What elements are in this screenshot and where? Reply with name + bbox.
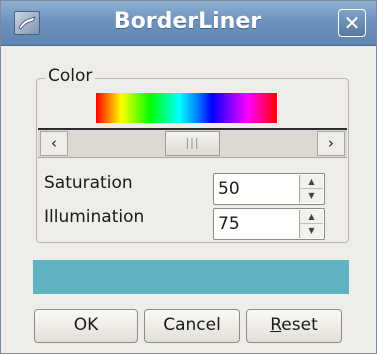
saturation-label: Saturation — [44, 173, 133, 193]
borderliner-dialog: BorderLiner ✕ Color ‹ ||| › Saturation 5… — [0, 0, 377, 354]
hue-scrollbar[interactable]: ‹ ||| › — [38, 128, 347, 158]
window-title: BorderLiner — [113, 9, 262, 34]
reset-label-rest: eset — [281, 315, 318, 335]
hue-spectrum — [96, 93, 277, 123]
scroll-left-button[interactable]: ‹ — [40, 131, 68, 156]
reset-button[interactable]: Reset — [246, 309, 342, 343]
saturation-down-icon[interactable]: ▼ — [300, 189, 323, 203]
color-group-label: Color — [45, 66, 96, 86]
saturation-spinbox[interactable]: 50 ▲ ▼ — [213, 173, 325, 205]
illumination-spin-buttons: ▲ ▼ — [299, 210, 323, 238]
illumination-label: Illumination — [44, 207, 145, 227]
illumination-up-icon[interactable]: ▲ — [300, 210, 323, 224]
saturation-spin-buttons: ▲ ▼ — [299, 175, 323, 203]
app-icon[interactable] — [14, 11, 40, 35]
saturation-value[interactable]: 50 — [218, 179, 240, 199]
illumination-down-icon[interactable]: ▼ — [300, 224, 323, 238]
saturation-up-icon[interactable]: ▲ — [300, 175, 323, 189]
illumination-spinbox[interactable]: 75 ▲ ▼ — [213, 208, 325, 240]
ok-button[interactable]: OK — [34, 309, 138, 343]
cancel-button[interactable]: Cancel — [144, 309, 240, 343]
illumination-value[interactable]: 75 — [218, 214, 240, 234]
color-preview — [33, 260, 349, 294]
reset-mnemonic: R — [270, 315, 282, 335]
close-icon[interactable]: ✕ — [338, 9, 366, 37]
title-bar[interactable]: BorderLiner ✕ — [1, 1, 376, 46]
scroll-thumb[interactable]: ||| — [165, 131, 220, 156]
scroll-right-button[interactable]: › — [317, 131, 345, 156]
